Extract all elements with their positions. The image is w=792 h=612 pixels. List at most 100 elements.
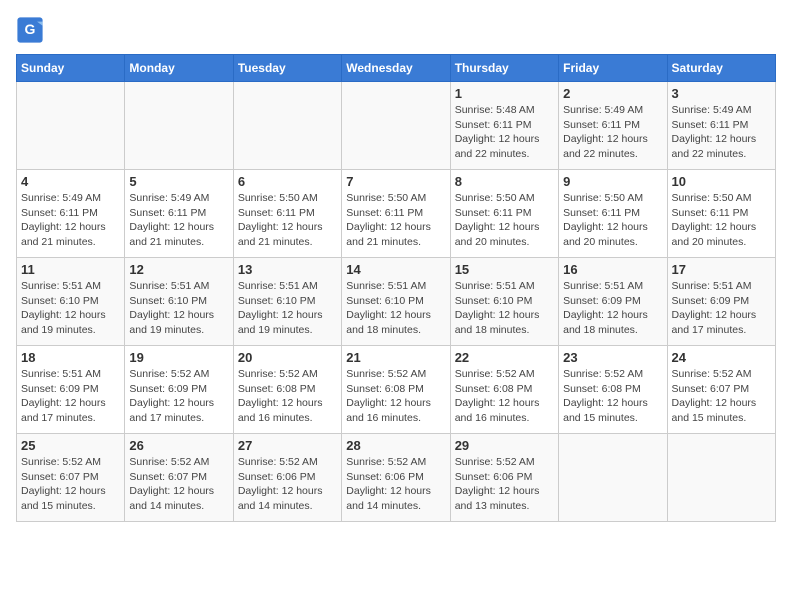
calendar-cell: 4 Sunrise: 5:49 AMSunset: 6:11 PMDaylight… bbox=[17, 170, 125, 258]
calendar-cell bbox=[125, 82, 233, 170]
calendar-cell bbox=[342, 82, 450, 170]
day-number: 25 bbox=[21, 438, 120, 453]
day-info: Sunrise: 5:51 AMSunset: 6:10 PMDaylight:… bbox=[129, 279, 228, 338]
header-cell-sunday: Sunday bbox=[17, 55, 125, 82]
header-cell-monday: Monday bbox=[125, 55, 233, 82]
calendar-cell: 8 Sunrise: 5:50 AMSunset: 6:11 PMDaylight… bbox=[450, 170, 558, 258]
calendar-cell: 23Sunrise: 5:52 AMSunset: 6:08 PMDayligh… bbox=[559, 346, 667, 434]
day-info: Sunrise: 5:49 AMSunset: 6:11 PMDaylight:… bbox=[563, 103, 662, 162]
day-number: 9 bbox=[563, 174, 662, 189]
calendar-cell: 3 Sunrise: 5:49 AMSunset: 6:11 PMDaylight… bbox=[667, 82, 775, 170]
day-number: 18 bbox=[21, 350, 120, 365]
calendar-cell: 22 Sunrise: 5:52 AMSunset: 6:08 PMDayligh… bbox=[450, 346, 558, 434]
calendar-cell: 21Sunrise: 5:52 AMSunset: 6:08 PMDayligh… bbox=[342, 346, 450, 434]
day-number: 1 bbox=[455, 86, 554, 101]
calendar-week-3: 11Sunrise: 5:51 AMSunset: 6:10 PMDayligh… bbox=[17, 258, 776, 346]
calendar-cell: 2Sunrise: 5:49 AMSunset: 6:11 PMDaylight… bbox=[559, 82, 667, 170]
day-number: 27 bbox=[238, 438, 337, 453]
header-cell-tuesday: Tuesday bbox=[233, 55, 341, 82]
day-info: Sunrise: 5:48 AMSunset: 6:11 PMDaylight:… bbox=[455, 103, 554, 162]
calendar-cell: 10 Sunrise: 5:50 AMSunset: 6:11 PMDayligh… bbox=[667, 170, 775, 258]
calendar-cell: 12Sunrise: 5:51 AMSunset: 6:10 PMDayligh… bbox=[125, 258, 233, 346]
day-number: 22 bbox=[455, 350, 554, 365]
header-cell-saturday: Saturday bbox=[667, 55, 775, 82]
day-info: Sunrise: 5:51 AMSunset: 6:10 PMDaylight:… bbox=[21, 279, 120, 338]
calendar-cell bbox=[17, 82, 125, 170]
calendar-cell: 16 Sunrise: 5:51 AMSunset: 6:09 PMDayligh… bbox=[559, 258, 667, 346]
day-info: Sunrise: 5:51 AMSunset: 6:10 PMDaylight:… bbox=[346, 279, 445, 338]
day-number: 21 bbox=[346, 350, 445, 365]
day-info: Sunrise: 5:51 AMSunset: 6:10 PMDaylight:… bbox=[455, 279, 554, 338]
calendar-cell: 29Sunrise: 5:52 AMSunset: 6:06 PMDayligh… bbox=[450, 434, 558, 522]
day-number: 13 bbox=[238, 262, 337, 277]
day-info: Sunrise: 5:50 AMSunset: 6:11 PMDaylight:… bbox=[238, 191, 337, 250]
calendar-table: SundayMondayTuesdayWednesdayThursdayFrid… bbox=[16, 54, 776, 522]
calendar-cell: 15 Sunrise: 5:51 AMSunset: 6:10 PMDayligh… bbox=[450, 258, 558, 346]
header-cell-thursday: Thursday bbox=[450, 55, 558, 82]
day-info: Sunrise: 5:50 AMSunset: 6:11 PMDaylight:… bbox=[346, 191, 445, 250]
page-header: G bbox=[16, 16, 776, 44]
day-info: Sunrise: 5:51 AMSunset: 6:10 PMDaylight:… bbox=[238, 279, 337, 338]
day-number: 6 bbox=[238, 174, 337, 189]
day-info: Sunrise: 5:52 AMSunset: 6:07 PMDaylight:… bbox=[21, 455, 120, 514]
day-number: 3 bbox=[672, 86, 771, 101]
day-info: Sunrise: 5:51 AMSunset: 6:09 PMDaylight:… bbox=[672, 279, 771, 338]
calendar-cell: 19 Sunrise: 5:52 AMSunset: 6:09 PMDayligh… bbox=[125, 346, 233, 434]
day-number: 15 bbox=[455, 262, 554, 277]
day-number: 19 bbox=[129, 350, 228, 365]
calendar-cell: 5Sunrise: 5:49 AMSunset: 6:11 PMDaylight… bbox=[125, 170, 233, 258]
calendar-cell: 24 Sunrise: 5:52 AMSunset: 6:07 PMDayligh… bbox=[667, 346, 775, 434]
day-info: Sunrise: 5:49 AMSunset: 6:11 PMDaylight:… bbox=[129, 191, 228, 250]
calendar-cell: 26 Sunrise: 5:52 AMSunset: 6:07 PMDayligh… bbox=[125, 434, 233, 522]
calendar-body: 1 Sunrise: 5:48 AMSunset: 6:11 PMDaylight… bbox=[17, 82, 776, 522]
calendar-cell bbox=[559, 434, 667, 522]
day-info: Sunrise: 5:52 AMSunset: 6:07 PMDaylight:… bbox=[672, 367, 771, 426]
calendar-week-1: 1 Sunrise: 5:48 AMSunset: 6:11 PMDaylight… bbox=[17, 82, 776, 170]
day-info: Sunrise: 5:52 AMSunset: 6:09 PMDaylight:… bbox=[129, 367, 228, 426]
calendar-week-5: 25 Sunrise: 5:52 AMSunset: 6:07 PMDayligh… bbox=[17, 434, 776, 522]
day-info: Sunrise: 5:51 AMSunset: 6:09 PMDaylight:… bbox=[21, 367, 120, 426]
day-number: 7 bbox=[346, 174, 445, 189]
day-number: 17 bbox=[672, 262, 771, 277]
calendar-cell bbox=[233, 82, 341, 170]
calendar-cell: 28 Sunrise: 5:52 AMSunset: 6:06 PMDayligh… bbox=[342, 434, 450, 522]
day-info: Sunrise: 5:51 AMSunset: 6:09 PMDaylight:… bbox=[563, 279, 662, 338]
day-number: 8 bbox=[455, 174, 554, 189]
day-number: 23 bbox=[563, 350, 662, 365]
calendar-cell: 25 Sunrise: 5:52 AMSunset: 6:07 PMDayligh… bbox=[17, 434, 125, 522]
calendar-cell: 7 Sunrise: 5:50 AMSunset: 6:11 PMDaylight… bbox=[342, 170, 450, 258]
day-info: Sunrise: 5:50 AMSunset: 6:11 PMDaylight:… bbox=[672, 191, 771, 250]
day-info: Sunrise: 5:52 AMSunset: 6:08 PMDaylight:… bbox=[238, 367, 337, 426]
calendar-header: SundayMondayTuesdayWednesdayThursdayFrid… bbox=[17, 55, 776, 82]
day-number: 26 bbox=[129, 438, 228, 453]
day-info: Sunrise: 5:50 AMSunset: 6:11 PMDaylight:… bbox=[455, 191, 554, 250]
day-info: Sunrise: 5:52 AMSunset: 6:06 PMDaylight:… bbox=[346, 455, 445, 514]
day-info: Sunrise: 5:52 AMSunset: 6:06 PMDaylight:… bbox=[238, 455, 337, 514]
calendar-cell: 6 Sunrise: 5:50 AMSunset: 6:11 PMDaylight… bbox=[233, 170, 341, 258]
calendar-cell bbox=[667, 434, 775, 522]
calendar-week-4: 18 Sunrise: 5:51 AMSunset: 6:09 PMDayligh… bbox=[17, 346, 776, 434]
day-info: Sunrise: 5:49 AMSunset: 6:11 PMDaylight:… bbox=[21, 191, 120, 250]
calendar-cell: 14Sunrise: 5:51 AMSunset: 6:10 PMDayligh… bbox=[342, 258, 450, 346]
calendar-cell: 13 Sunrise: 5:51 AMSunset: 6:10 PMDayligh… bbox=[233, 258, 341, 346]
calendar-cell: 9Sunrise: 5:50 AMSunset: 6:11 PMDaylight… bbox=[559, 170, 667, 258]
calendar-cell: 17 Sunrise: 5:51 AMSunset: 6:09 PMDayligh… bbox=[667, 258, 775, 346]
day-number: 29 bbox=[455, 438, 554, 453]
header-row: SundayMondayTuesdayWednesdayThursdayFrid… bbox=[17, 55, 776, 82]
day-number: 28 bbox=[346, 438, 445, 453]
day-info: Sunrise: 5:49 AMSunset: 6:11 PMDaylight:… bbox=[672, 103, 771, 162]
calendar-cell: 27 Sunrise: 5:52 AMSunset: 6:06 PMDayligh… bbox=[233, 434, 341, 522]
day-number: 4 bbox=[21, 174, 120, 189]
svg-text:G: G bbox=[25, 21, 36, 37]
day-info: Sunrise: 5:52 AMSunset: 6:07 PMDaylight:… bbox=[129, 455, 228, 514]
calendar-cell: 18 Sunrise: 5:51 AMSunset: 6:09 PMDayligh… bbox=[17, 346, 125, 434]
header-cell-wednesday: Wednesday bbox=[342, 55, 450, 82]
day-number: 16 bbox=[563, 262, 662, 277]
calendar-cell: 1 Sunrise: 5:48 AMSunset: 6:11 PMDaylight… bbox=[450, 82, 558, 170]
calendar-cell: 20Sunrise: 5:52 AMSunset: 6:08 PMDayligh… bbox=[233, 346, 341, 434]
header-cell-friday: Friday bbox=[559, 55, 667, 82]
day-info: Sunrise: 5:52 AMSunset: 6:08 PMDaylight:… bbox=[455, 367, 554, 426]
day-number: 10 bbox=[672, 174, 771, 189]
calendar-cell: 11Sunrise: 5:51 AMSunset: 6:10 PMDayligh… bbox=[17, 258, 125, 346]
day-number: 24 bbox=[672, 350, 771, 365]
